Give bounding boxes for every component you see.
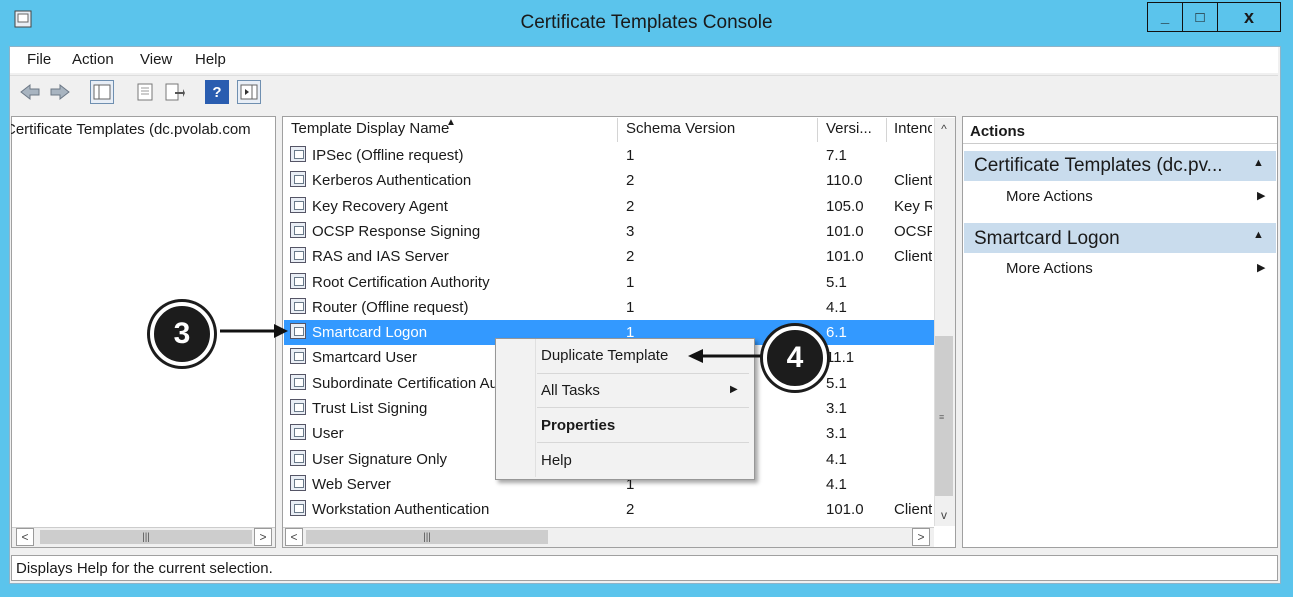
callout-badge-3: 3 (150, 302, 214, 366)
callout-arrows (220, 324, 762, 363)
arrow-head-icon (688, 349, 703, 363)
arrow-head-icon (274, 324, 288, 338)
callout-badge-4: 4 (763, 326, 827, 390)
